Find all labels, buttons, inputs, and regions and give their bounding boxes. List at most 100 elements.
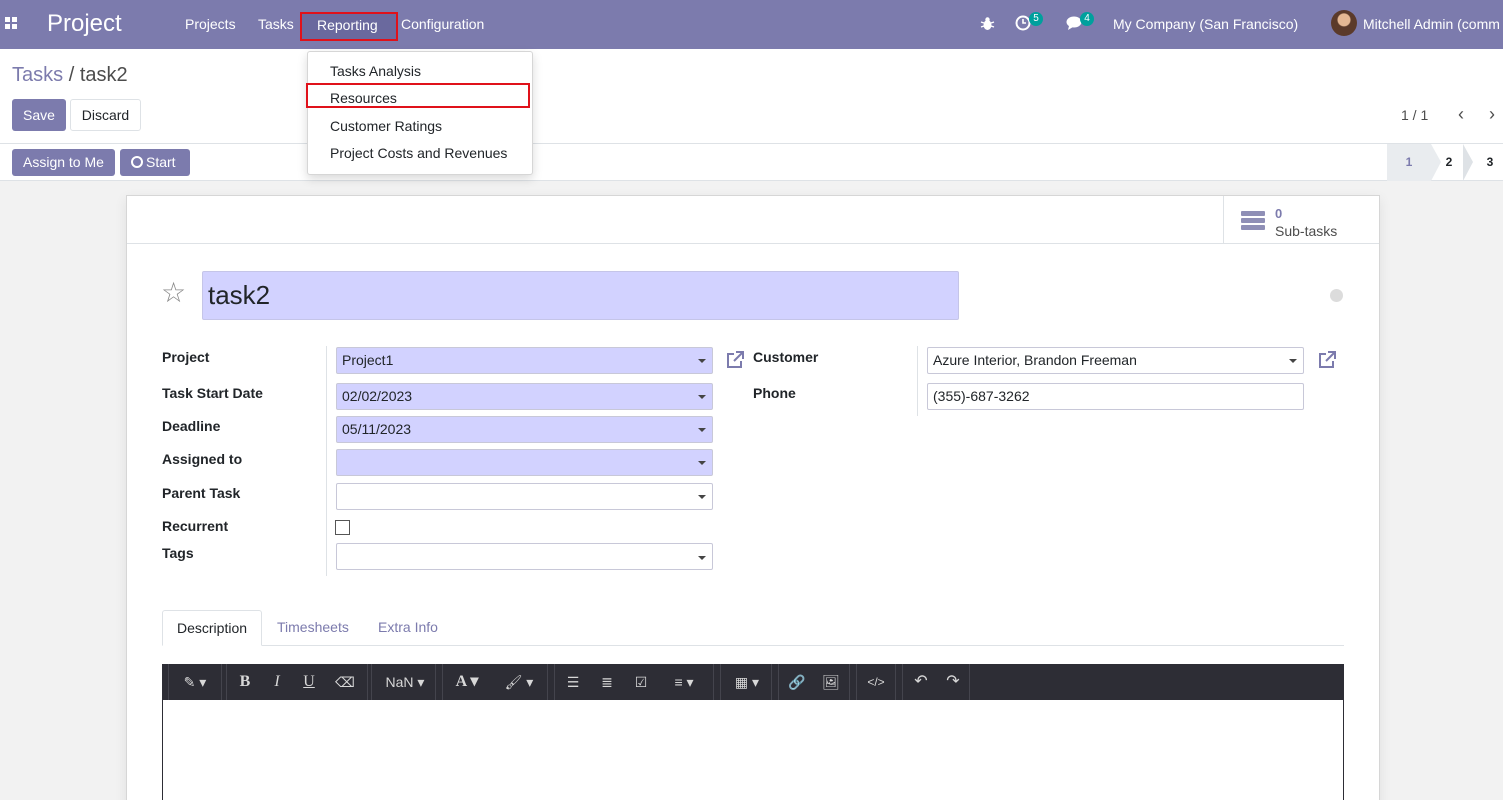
toolbar-group-lists: ☰ ≣ ☑ ≡ ▾: [554, 664, 714, 700]
menu-tasks[interactable]: Tasks: [258, 16, 294, 32]
activity-count-badge: 5: [1029, 12, 1043, 26]
description-editor[interactable]: [162, 700, 1344, 800]
pager-next-icon[interactable]: ›: [1482, 104, 1502, 124]
magic-wand-icon[interactable]: ✎ ▾: [177, 664, 213, 700]
pager-previous-icon[interactable]: ‹: [1451, 104, 1471, 124]
field-divider: [326, 346, 327, 576]
apps-menu-icon[interactable]: [5, 17, 19, 31]
control-panel: Tasks / task2 Save Discard 1 / 1 ‹ ›: [0, 49, 1503, 144]
label-parent-task: Parent Task: [162, 485, 241, 501]
start-button[interactable]: Start: [120, 149, 190, 176]
external-link-icon[interactable]: [725, 350, 745, 370]
italic-icon[interactable]: I: [265, 664, 289, 700]
underline-icon[interactable]: U: [297, 664, 321, 700]
menu-tasks-analysis[interactable]: Tasks Analysis: [330, 63, 421, 79]
toolbar-group-history: ↶ ↷: [902, 664, 970, 700]
status-bar: Assign to Me Start 1 2 3: [0, 144, 1503, 181]
chevron-down-icon: [1289, 359, 1297, 363]
top-navbar: Project Projects Tasks Reporting Configu…: [0, 0, 1503, 49]
toolbar-group-color: A ▾ 🖌 ▾: [442, 664, 548, 700]
tab-timesheets[interactable]: Timesheets: [277, 610, 349, 646]
menu-projects[interactable]: Projects: [185, 16, 236, 32]
chevron-down-icon: [698, 556, 706, 560]
link-icon[interactable]: 🔗: [783, 664, 811, 700]
customer-value: Azure Interior, Brandon Freeman: [933, 352, 1137, 368]
font-size-dropdown[interactable]: NaN ▾: [380, 664, 430, 700]
label-assigned-to: Assigned to: [162, 451, 243, 467]
stage-1[interactable]: 1: [1387, 144, 1431, 181]
project-value: Project1: [342, 352, 394, 368]
reporting-dropdown: Tasks Analysis Resources Customer Rating…: [307, 51, 533, 175]
toolbar-group-format: B I U ⌫: [226, 664, 368, 700]
menu-reporting-label: Reporting: [317, 17, 378, 33]
toolbar-group-table: ▦ ▾: [720, 664, 772, 700]
deadline-field[interactable]: 05/11/2023: [336, 416, 713, 443]
discard-button[interactable]: Discard: [70, 99, 141, 131]
field-divider: [917, 346, 918, 416]
assign-to-me-button[interactable]: Assign to Me: [12, 149, 115, 176]
subtasks-button[interactable]: 0 Sub-tasks: [1223, 196, 1379, 244]
menu-reporting[interactable]: Reporting: [300, 12, 398, 41]
kanban-state-dot[interactable]: [1330, 289, 1343, 302]
menu-configuration[interactable]: Configuration: [401, 16, 484, 32]
image-icon[interactable]: 🖼: [817, 664, 845, 700]
start-date-value: 02/02/2023: [342, 388, 413, 404]
subtasks-label: Sub-tasks: [1275, 223, 1338, 239]
debug-bug-icon[interactable]: [980, 16, 995, 31]
project-select[interactable]: Project1: [336, 347, 713, 374]
toolbar-group-style: ✎ ▾: [168, 664, 222, 700]
table-icon[interactable]: ▦ ▾: [727, 664, 767, 700]
breadcrumb-tasks-link[interactable]: Tasks: [12, 64, 63, 86]
font-color-icon[interactable]: A ▾: [449, 664, 485, 700]
toolbar-group-insert: 🔗 🖼: [778, 664, 850, 700]
user-menu[interactable]: Mitchell Admin (comm: [1363, 16, 1500, 32]
eraser-icon[interactable]: ⌫: [331, 664, 359, 700]
label-recurrent: Recurrent: [162, 518, 229, 534]
parent-task-select[interactable]: [336, 483, 713, 510]
assigned-to-select[interactable]: [336, 449, 713, 476]
align-left-icon[interactable]: ≡ ▾: [661, 664, 707, 700]
editor-toolbar: ✎ ▾ B I U ⌫ NaN ▾ A ▾ 🖌 ▾ ☰ ≣ ☑ ≡ ▾ ▦ ▾ …: [162, 664, 1344, 700]
app-name[interactable]: Project: [47, 10, 122, 38]
user-avatar[interactable]: [1331, 10, 1357, 36]
toolbar-group-code: </>: [856, 664, 896, 700]
company-switcher[interactable]: My Company (San Francisco): [1113, 16, 1298, 32]
chevron-down-icon: [698, 461, 706, 465]
clock-icon: [131, 156, 143, 168]
stage-3[interactable]: 3: [1482, 144, 1498, 181]
breadcrumb-current: task2: [79, 64, 128, 86]
menu-customer-ratings[interactable]: Customer Ratings: [330, 118, 442, 134]
recurrent-checkbox[interactable]: [335, 520, 350, 535]
pager-value[interactable]: 1 / 1: [1401, 107, 1428, 123]
checklist-icon[interactable]: ☑: [627, 664, 655, 700]
resources-highlight-box: [306, 83, 530, 108]
bold-icon[interactable]: B: [233, 664, 257, 700]
tab-description[interactable]: Description: [162, 610, 262, 646]
form-sheet: 0 Sub-tasks ☆ task2 Project Task Start D…: [126, 195, 1380, 800]
stage-arrow-divider: [1431, 144, 1441, 181]
menu-project-costs-revenues[interactable]: Project Costs and Revenues: [330, 145, 507, 161]
numbered-list-icon[interactable]: ≣: [593, 664, 621, 700]
label-tags: Tags: [162, 545, 194, 561]
chevron-down-icon: [698, 428, 706, 432]
phone-field[interactable]: (355)-687-3262: [927, 383, 1304, 410]
undo-icon[interactable]: ↶: [907, 664, 935, 700]
chevron-down-icon: [698, 495, 706, 499]
save-button[interactable]: Save: [12, 99, 66, 131]
favorite-star-icon[interactable]: ☆: [161, 276, 186, 309]
tab-extra-info[interactable]: Extra Info: [378, 610, 438, 646]
bullet-list-icon[interactable]: ☰: [559, 664, 587, 700]
redo-icon[interactable]: ↷: [939, 664, 967, 700]
stage-2[interactable]: 2: [1441, 144, 1457, 181]
customer-select[interactable]: Azure Interior, Brandon Freeman: [927, 347, 1304, 374]
external-link-icon[interactable]: [1317, 350, 1337, 370]
paint-brush-icon[interactable]: 🖌 ▾: [499, 664, 539, 700]
label-project: Project: [162, 349, 210, 365]
task-name-input[interactable]: task2: [202, 271, 959, 320]
code-view-icon[interactable]: </>: [861, 664, 891, 700]
chevron-down-icon: [698, 359, 706, 363]
start-button-label: Start: [146, 154, 176, 170]
tags-select[interactable]: [336, 543, 713, 570]
label-phone: Phone: [753, 385, 796, 401]
start-date-field[interactable]: 02/02/2023: [336, 383, 713, 410]
